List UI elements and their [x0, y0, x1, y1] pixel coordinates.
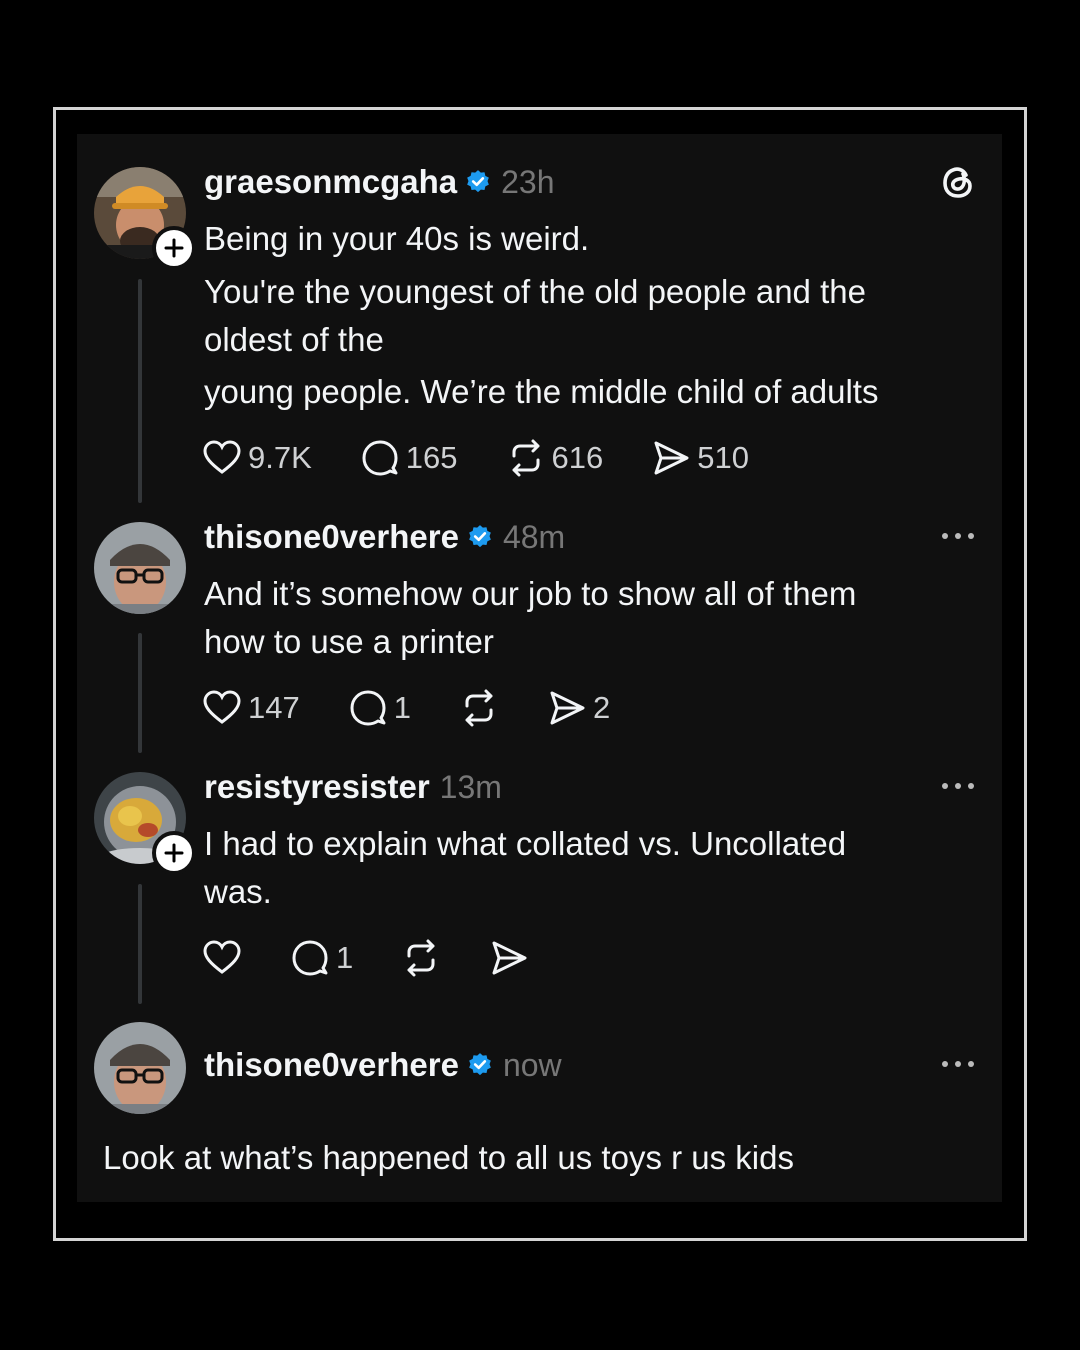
comment-icon [292, 940, 328, 976]
reply-button[interactable]: 1 [348, 688, 411, 728]
reply-button[interactable]: 165 [360, 438, 458, 478]
more-options-icon[interactable] [940, 1059, 976, 1069]
like-button[interactable] [202, 938, 242, 978]
repost-icon [465, 689, 493, 727]
username[interactable]: thisone0verhere [204, 1046, 459, 1084]
like-count: 147 [248, 690, 300, 725]
share-count: 2 [592, 690, 611, 725]
heart-icon [203, 440, 241, 474]
post-header: resistyresister 13m [204, 768, 502, 806]
post-text: how to use a printer [204, 623, 494, 660]
send-icon [654, 441, 689, 475]
comment-icon [362, 440, 398, 476]
post-text: Being in your 40s is weird. [204, 220, 590, 257]
repost-count: 616 [551, 440, 604, 475]
repost-button[interactable]: 616 [506, 438, 604, 478]
verified-badge-icon [469, 525, 491, 548]
send-icon [492, 941, 527, 975]
like-button[interactable]: 147 [202, 688, 300, 728]
send-icon [550, 691, 585, 725]
threads-logo-icon[interactable] [938, 162, 978, 202]
avatar[interactable] [94, 1022, 186, 1114]
repost-button[interactable] [401, 938, 441, 978]
thread-line [138, 633, 142, 753]
post-text: oldest of the [204, 321, 384, 358]
repost-icon [407, 939, 435, 977]
reply-count: 1 [336, 940, 354, 975]
plus-icon [164, 843, 184, 863]
post-time: 48m [502, 518, 566, 555]
more-options-icon[interactable] [940, 781, 976, 791]
share-count: 510 [697, 440, 749, 475]
username[interactable]: resistyresister [204, 768, 430, 806]
thread-line [138, 279, 142, 503]
more-options-icon[interactable] [940, 531, 976, 541]
post-time: 13m [439, 768, 502, 805]
heart-icon [203, 690, 241, 724]
post-text: was. [204, 873, 272, 910]
reply-count: 165 [405, 440, 458, 475]
post-text: You're the youngest of the old people an… [204, 273, 866, 310]
repost-button[interactable] [459, 688, 499, 728]
like-count: 9.7K [248, 440, 312, 475]
comment-icon [350, 690, 386, 726]
post-header: thisone0verhere now [204, 1046, 562, 1084]
action-bar: 9.7K 165 616 510 [202, 438, 797, 478]
repost-icon [512, 439, 540, 477]
reply-button[interactable]: 1 [290, 938, 353, 978]
post-header: thisone0verhere 48m [204, 518, 565, 556]
post-time: 23h [501, 163, 555, 200]
plus-icon [164, 238, 184, 258]
share-button[interactable] [489, 938, 529, 978]
post-time: now [502, 1046, 562, 1083]
verified-badge-icon [469, 1053, 491, 1076]
thread-line [138, 884, 142, 1004]
reply-count: 1 [393, 690, 411, 725]
post-text: Look at what’s happened to all us toys r… [103, 1139, 794, 1176]
avatar[interactable] [94, 522, 186, 614]
post-text: I had to explain what collated vs. Uncol… [204, 825, 847, 862]
action-bar: 147 1 2 [202, 688, 658, 728]
post-text: young people. We’re the middle child of … [204, 373, 879, 410]
follow-plus-button[interactable] [152, 226, 196, 270]
follow-plus-button[interactable] [152, 831, 196, 875]
action-bar: 1 [202, 938, 577, 978]
share-button[interactable]: 510 [651, 438, 749, 478]
heart-icon [203, 940, 241, 974]
username[interactable]: thisone0verhere [204, 518, 459, 556]
post-text: And it’s somehow our job to show all of … [204, 575, 857, 612]
verified-badge-icon [467, 170, 489, 193]
like-button[interactable]: 9.7K [202, 438, 312, 478]
username[interactable]: graesonmcgaha [204, 163, 457, 201]
post-header: graesonmcgaha 23h [204, 163, 554, 201]
share-button[interactable]: 2 [547, 688, 610, 728]
